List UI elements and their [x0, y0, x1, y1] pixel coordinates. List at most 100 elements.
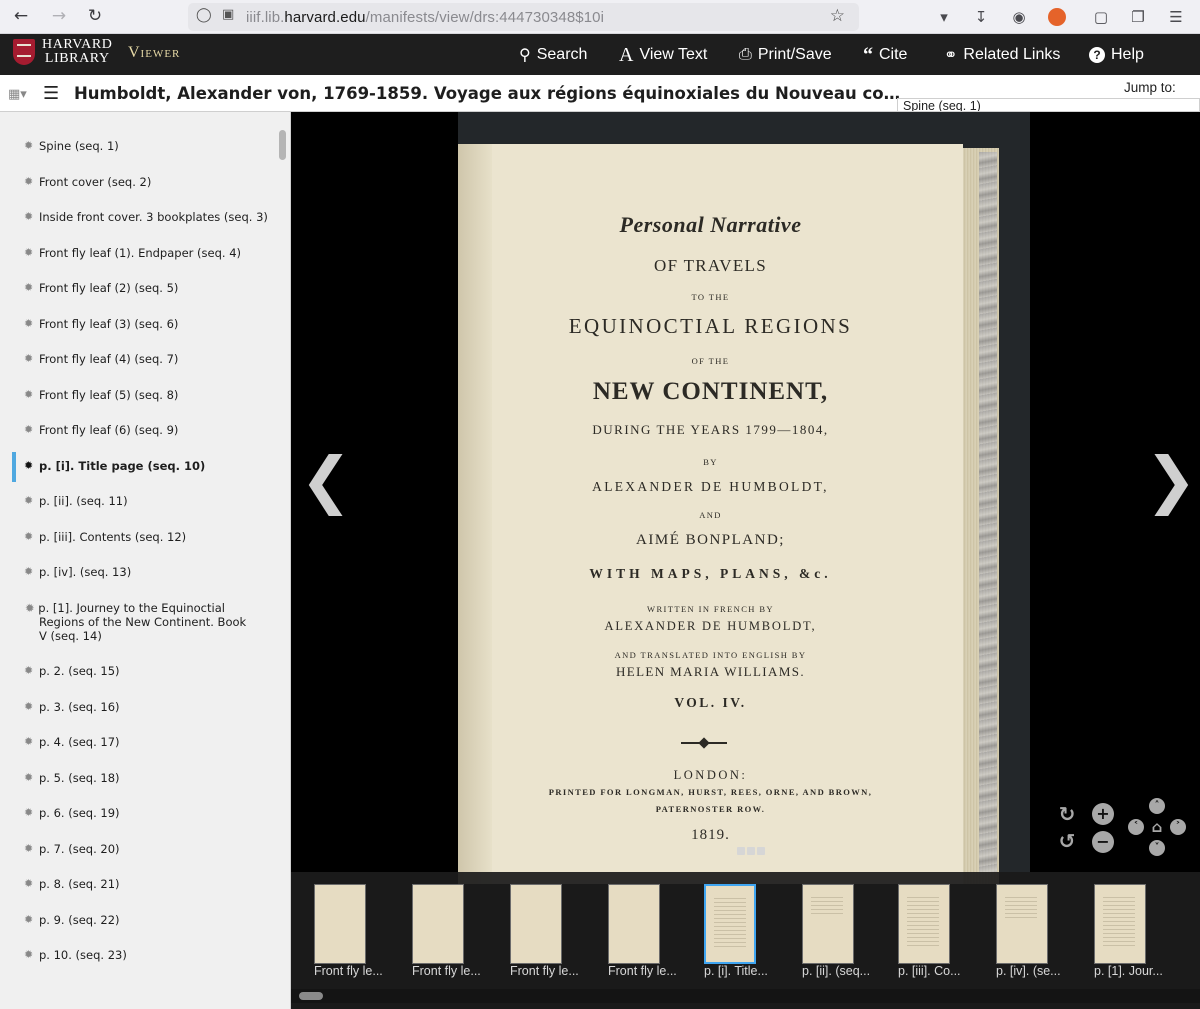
- title-line-15: AND TRANSLATED INTO ENGLISH BY: [614, 650, 807, 660]
- thumbnail[interactable]: [1094, 884, 1146, 964]
- extensions-puzzle-icon[interactable]: ❐: [1127, 6, 1149, 28]
- harvard-library-logo[interactable]: HARVARD LIBRARY: [42, 38, 113, 66]
- bullet-icon: ✹: [24, 700, 34, 713]
- thumbnail-label: Front fly le...: [510, 964, 579, 978]
- pan-left-icon[interactable]: ˂: [1128, 819, 1144, 835]
- forward-arrow-icon[interactable]: →: [48, 5, 70, 27]
- bullet-icon: ✹: [24, 842, 34, 855]
- search-menu-button[interactable]: ⚲ Search: [519, 44, 587, 66]
- zoom-in-icon[interactable]: +: [1092, 803, 1114, 825]
- table-of-contents-sidebar: ✹ Spine (seq. 1) ✹ Front cover (seq. 2) ✹ I…: [0, 112, 291, 1009]
- pocket-icon[interactable]: ▾: [933, 6, 955, 28]
- image-viewer[interactable]: Personal Narrative OF TRAVELS TO THE EQU…: [291, 112, 1200, 1009]
- print-save-menu-button[interactable]: ⎙ Print/Save: [739, 44, 832, 66]
- cite-menu-button[interactable]: “ Cite: [863, 44, 907, 66]
- title-line-7: DURING THE YEARS 1799—1804,: [592, 422, 829, 437]
- url-prefix: iiif.lib.: [246, 8, 285, 26]
- account-icon[interactable]: ◉: [1008, 6, 1030, 28]
- app-menu-icon[interactable]: ☰: [1165, 6, 1187, 28]
- toc-item-label: Front fly leaf (5) (seq. 8): [39, 388, 179, 402]
- toc-item-label: Front cover (seq. 2): [39, 175, 152, 189]
- bullet-icon: ✹: [24, 948, 34, 961]
- thumbnail-label: p. [iii]. Co...: [898, 964, 961, 978]
- thumbnail[interactable]: [898, 884, 950, 964]
- related-links-label: Related Links: [963, 46, 1061, 63]
- toc-item-label: p. 2. (seq. 15): [39, 664, 120, 678]
- filmstrip-scroll-track[interactable]: [291, 989, 1200, 1003]
- marbled-edge: [979, 152, 997, 872]
- url-path: /manifests/view/drs:444730348$10i: [365, 8, 605, 26]
- title-line-8: BY: [703, 457, 718, 467]
- page-icon[interactable]: ▢: [1090, 6, 1112, 28]
- toc-item-label: p. 7. (seq. 20): [39, 842, 120, 856]
- pan-down-icon[interactable]: ˅: [1149, 840, 1165, 856]
- toc-item-label: p. [ii]. (seq. 11): [39, 494, 128, 508]
- reload-icon[interactable]: ↻: [84, 5, 106, 27]
- related-links-menu-button[interactable]: ⚭ Related Links: [944, 44, 1060, 66]
- next-page-arrow-icon[interactable]: ❯: [1145, 449, 1197, 511]
- download-icon[interactable]: ↧: [970, 6, 992, 28]
- pan-right-icon[interactable]: ˃: [1170, 819, 1186, 835]
- logo-line-2: LIBRARY: [44, 51, 110, 66]
- title-line-17: VOL. IV.: [674, 695, 747, 710]
- title-line-2: OF TRAVELS: [654, 256, 767, 275]
- help-question-icon: ?: [1089, 47, 1105, 63]
- bullet-icon: ✹: [24, 352, 34, 365]
- thumbnail-label: p. [i]. Title...: [704, 964, 768, 978]
- page-loading-dots: [737, 847, 765, 855]
- thumbnail[interactable]: [510, 884, 562, 964]
- sidebar-toggle-icon[interactable]: ☰: [43, 83, 59, 104]
- lock-icon[interactable]: ▣: [222, 7, 234, 22]
- shield-icon[interactable]: ◯: [196, 7, 212, 23]
- toc-item-label: Inside front cover. 3 bookplates (seq. 3…: [39, 210, 268, 224]
- thumbnail[interactable]: [608, 884, 660, 964]
- thumbnail-grid-icon[interactable]: ▦▾: [8, 87, 30, 102]
- bookmark-star-icon[interactable]: ☆: [830, 6, 845, 26]
- bullet-icon: ✹: [24, 735, 34, 748]
- thumbnail[interactable]: [314, 884, 366, 964]
- bullet-icon: ✹: [24, 913, 34, 926]
- home-icon[interactable]: ⌂: [1149, 819, 1165, 835]
- title-line-4: EQUINOCTIAL REGIONS: [568, 314, 853, 338]
- toc-item-label: p. [iii]. Contents (seq. 12): [39, 530, 187, 544]
- view-text-label: View Text: [639, 46, 708, 63]
- back-arrow-icon[interactable]: ←: [10, 5, 32, 27]
- title-line-9: ALEXANDER DE HUMBOLDT,: [592, 479, 829, 494]
- toc-item[interactable]: ✹ p. [1]. Journey to the Equinoctial Reg…: [0, 601, 276, 643]
- thumbnail[interactable]: [412, 884, 464, 964]
- previous-page-arrow-icon[interactable]: ❮: [300, 449, 352, 511]
- address-bar[interactable]: ◯ ▣ iiif.lib.harvard.edu/manifests/view/…: [188, 3, 859, 31]
- print-save-label: Print/Save: [757, 46, 832, 63]
- bullet-icon: ✹: [24, 388, 34, 401]
- title-line-6: NEW CONTINENT,: [592, 378, 829, 405]
- thumbnail-text: [1005, 897, 1037, 921]
- pan-up-icon[interactable]: ˄: [1149, 798, 1165, 814]
- view-text-menu-button[interactable]: A View Text: [619, 44, 707, 66]
- bullet-icon: ✹: [24, 664, 34, 677]
- thumbnail-text: [714, 898, 746, 948]
- toc-item-label: p. 6. (seq. 19): [39, 806, 120, 820]
- filmstrip-scrollbar[interactable]: [299, 992, 323, 1000]
- bullet-icon: ✹: [24, 210, 34, 223]
- bullet-icon: ✹: [24, 281, 34, 294]
- zoom-out-icon[interactable]: −: [1092, 831, 1114, 853]
- bullet-icon: ✹: [24, 423, 34, 436]
- thumbnail-text: [1103, 897, 1135, 947]
- thumbnail-label: p. [iv]. (se...: [996, 964, 1061, 978]
- thumbnail[interactable]: [996, 884, 1048, 964]
- extension-badge-icon[interactable]: [1046, 6, 1068, 28]
- toc-item-label: Front fly leaf (2) (seq. 5): [39, 281, 179, 295]
- rotate-left-icon[interactable]: ↺: [1056, 830, 1078, 852]
- thumbnail-label: p. [1]. Jour...: [1094, 964, 1163, 978]
- sidebar-scrollbar[interactable]: [279, 130, 286, 160]
- thumbnail-active[interactable]: [704, 884, 756, 964]
- jump-to-select[interactable]: Spine (seq. 1): [897, 98, 1200, 112]
- url-text: iiif.lib.harvard.edu/manifests/view/drs:…: [246, 9, 604, 26]
- thumbnail[interactable]: [802, 884, 854, 964]
- title-line-10: AND: [699, 510, 722, 520]
- title-line-19: PRINTED FOR LONGMAN, HURST, REES, ORNE, …: [548, 787, 873, 797]
- toc-item-label: p. 4. (seq. 17): [39, 735, 120, 749]
- document-title-bar: ▦▾ ☰ Humboldt, Alexander von, 1769-1859.…: [0, 75, 1200, 112]
- help-menu-button[interactable]: ? Help: [1089, 44, 1144, 66]
- rotate-right-icon[interactable]: ↻: [1056, 803, 1078, 825]
